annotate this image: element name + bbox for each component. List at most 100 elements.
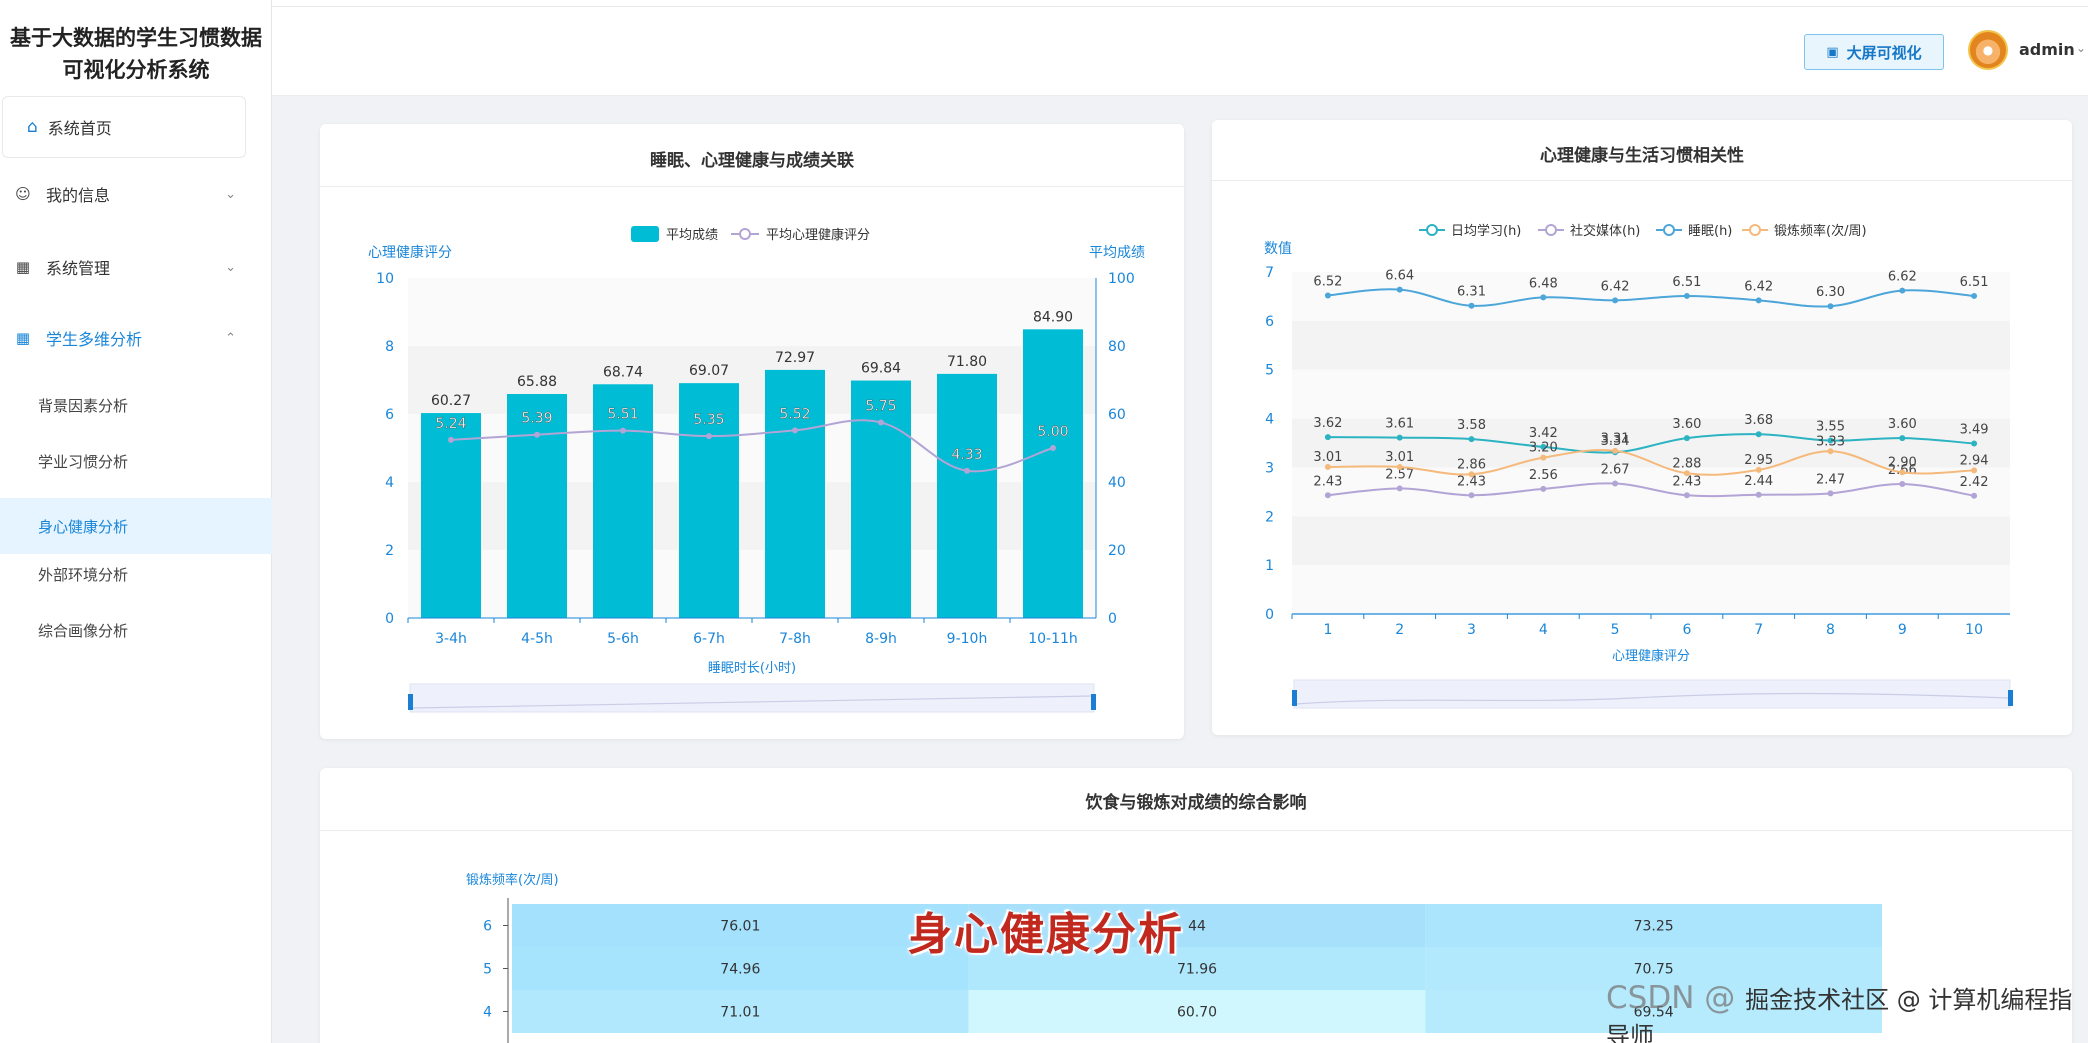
- line-point: [1396, 434, 1403, 441]
- line-data-label: 5.51: [607, 407, 638, 423]
- line-point: [792, 427, 798, 434]
- datazoom-handle-left: [1292, 690, 1297, 706]
- datazoom-handle-right: [2008, 690, 2013, 706]
- sidebar-item-home[interactable]: ⌂ 系统首页: [2, 96, 246, 158]
- chart1-svg: 0246810020406080100心理健康评分 平均成绩平均成绩 平均心理健康评…: [368, 226, 1145, 713]
- line-data-label: 2.88: [1672, 456, 1701, 471]
- line-data-label: 6.62: [1888, 270, 1917, 285]
- line-data-label: 3.68: [1744, 413, 1773, 428]
- y-left-tick-label: 6: [385, 407, 394, 423]
- x-tick-label: 3-4h: [435, 631, 467, 647]
- chevron-down-icon[interactable]: ⌄: [2076, 41, 2086, 55]
- system-title-line1: 基于大数据的学生习惯数据: [10, 26, 262, 50]
- line-data-label: 6.51: [1672, 275, 1701, 290]
- sidebar-item-sys-manage[interactable]: ▦ 系统管理 ⌄: [0, 247, 272, 287]
- sidebar-item-my-info[interactable]: ☺ 我的信息 ⌄: [0, 174, 272, 214]
- line-data-label: 2.56: [1529, 468, 1558, 483]
- heatmap-cell-label: 70.75: [1634, 962, 1674, 978]
- sidebar-item-sys-manage-label: 系统管理: [46, 259, 111, 278]
- sidebar-sub-environment[interactable]: 外部环境分析: [0, 546, 272, 602]
- y-left-tick-label: 2: [385, 543, 394, 559]
- line-data-label: 6.42: [1601, 279, 1630, 294]
- line-point: [1612, 297, 1619, 304]
- grid-band: [408, 278, 1096, 346]
- y-tick-label: 4: [1265, 412, 1274, 428]
- line-point: [1324, 434, 1331, 441]
- line-point: [1899, 481, 1906, 488]
- line-point: [1683, 435, 1690, 442]
- x-tick-label: 9: [1898, 622, 1907, 638]
- line-data-label: 3.49: [1960, 422, 1989, 437]
- datazoom-track: [1293, 679, 2011, 709]
- sidebar-sub-study-habit[interactable]: 学业习惯分析: [0, 433, 272, 489]
- line-data-label: 6.48: [1529, 276, 1558, 291]
- line-point: [1396, 485, 1403, 492]
- health-habit-card: 心理健康与生活习惯相关性 0 1 2 3 4 5 6 7 数值 1 2 3 4 5 6 7 8 9 10 心理健康评分…: [1212, 120, 2072, 735]
- line-data-label: 3.33: [1816, 434, 1845, 449]
- heatmap-cell-label: 60.70: [1177, 1005, 1217, 1021]
- x-tick-label: 4: [1539, 622, 1548, 638]
- datazoom-handle-right: [1091, 694, 1096, 710]
- line-data-label: 5.75: [865, 399, 896, 415]
- x-tick-label: 10-11h: [1028, 631, 1078, 647]
- x-axis-title: 心理健康评分: [1612, 648, 1690, 664]
- line-point: [1827, 303, 1834, 310]
- header: ▣ 大屏可视化 ● admin ⌄: [272, 0, 2088, 96]
- legend-label-bar: 平均成绩: [666, 228, 718, 243]
- bar-data-label: 72.97: [775, 350, 815, 366]
- home-icon: ⌂: [27, 117, 38, 137]
- x-tick-label: 8: [1826, 622, 1835, 638]
- heatmap-cell-label: 71.96: [1177, 962, 1217, 978]
- line-point: [1683, 492, 1690, 499]
- line-data-label: 2.47: [1816, 472, 1845, 487]
- legend-swatch-bar: [631, 226, 659, 242]
- legend-swatch-dot: [1545, 224, 1557, 236]
- bar: [851, 380, 911, 618]
- line-point: [620, 427, 626, 434]
- line-data-label: 3.58: [1457, 418, 1486, 433]
- y-right-tick-label: 60: [1108, 407, 1126, 423]
- legend-label: 睡眠(h): [1688, 224, 1732, 239]
- sidebar-item-multi-analysis[interactable]: ▦ 学生多维分析 ⌃: [0, 318, 272, 358]
- sleep-health-grade-card: 睡眠、心理健康与成绩关联 0 2 4 6 8 10 0 20 40 60 80 100 心理健康评分 平均…: [320, 124, 1184, 739]
- x-tick-label: 7: [1754, 622, 1763, 638]
- y-right-tick-label: 0: [1108, 611, 1117, 627]
- x-tick-label: 1: [1323, 622, 1332, 638]
- line-data-label: 3.01: [1385, 450, 1414, 465]
- y-tick-label: 6: [483, 919, 492, 935]
- sidebar-sub-background[interactable]: 背景因素分析: [0, 377, 272, 433]
- x-tick-label: 5-6h: [607, 631, 639, 647]
- y-tick-label: 2: [1265, 509, 1274, 525]
- line-point: [1899, 435, 1906, 442]
- line-point: [1683, 292, 1690, 299]
- avatar[interactable]: ●: [1968, 30, 2008, 70]
- line-point: [1468, 302, 1475, 309]
- monitor-icon: ▣: [1826, 44, 1839, 60]
- chevron-down-icon: ⌄: [225, 186, 236, 202]
- bar-data-label: 60.27: [431, 393, 471, 409]
- grid-band: [1292, 516, 2010, 566]
- line-data-label: 5.39: [521, 411, 552, 427]
- grid-band: [1292, 565, 2010, 614]
- y-tick-label: 7: [1265, 265, 1274, 281]
- legend-label: 日均学习(h): [1451, 223, 1521, 239]
- bar-data-label: 71.80: [947, 354, 987, 370]
- username[interactable]: admin: [2019, 40, 2075, 59]
- chevron-up-icon: ⌃: [225, 330, 236, 346]
- sidebar: 基于大数据的学生习惯数据 可视化分析系统 ⌂ 系统首页 ☺ 我的信息 ⌄ ▦ 系…: [0, 0, 272, 1043]
- heatmap-cell-label: 76.01: [720, 919, 760, 935]
- chart2-svg: 0 1 2 3 4 5 6 7 数值 1 2 3 4 5 6 7 8 9 10 心理健康评分 日均学习(h) 3.62 3.…: [1264, 223, 2013, 709]
- y-axis-title: 锻炼频率(次/周): [466, 872, 559, 888]
- line-data-label: 2.94: [1960, 453, 1989, 468]
- legend-swatch-dot: [1749, 224, 1761, 236]
- bar: [937, 373, 997, 618]
- line-data-label: 3.20: [1529, 441, 1558, 456]
- bar-data-label: 69.07: [689, 363, 729, 379]
- big-screen-button[interactable]: ▣ 大屏可视化: [1804, 34, 1944, 70]
- line-point: [1540, 485, 1547, 492]
- line-point: [1612, 480, 1619, 487]
- sidebar-sub-portrait[interactable]: 综合画像分析: [0, 602, 272, 658]
- x-tick-label: 10: [1965, 622, 1983, 638]
- bar-data-label: 68.74: [603, 364, 643, 380]
- sidebar-item-my-info-label: 我的信息: [46, 186, 111, 205]
